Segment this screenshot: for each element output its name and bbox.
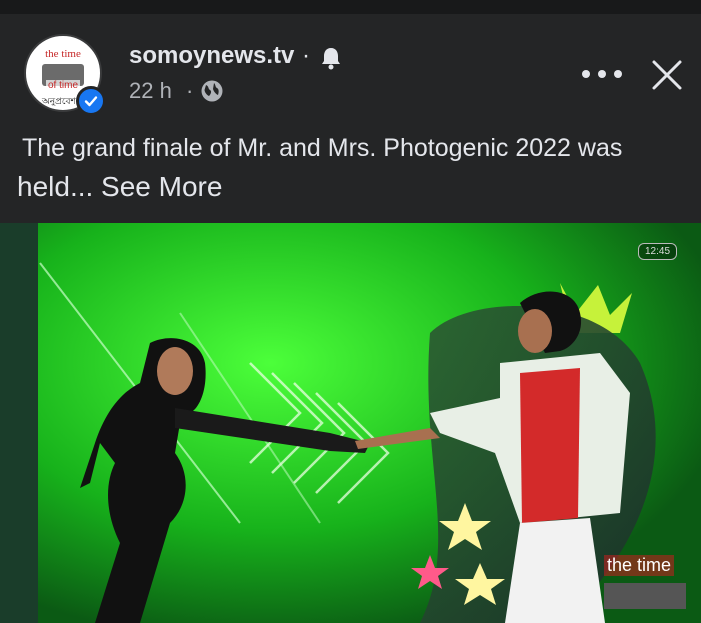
video-frame-image: [0, 223, 701, 623]
caption-line-1: The grand finale of Mr. and Mrs. Photoge…: [22, 134, 623, 162]
globe-icon[interactable]: [200, 79, 224, 108]
watermark-map-image: [604, 583, 686, 609]
close-icon[interactable]: [650, 58, 684, 97]
watermark-text: the time: [604, 555, 675, 576]
page-name-link[interactable]: somoynews.tv: [129, 42, 294, 70]
avatar-text-2: of time: [46, 80, 81, 91]
post-timestamp[interactable]: 22 h: [129, 78, 172, 104]
verified-icon: [76, 86, 106, 116]
top-bar: [0, 0, 701, 14]
post-video[interactable]: [0, 223, 701, 623]
more-dot: [614, 70, 622, 78]
bell-icon[interactable]: [320, 46, 342, 75]
channel-watermark: the time: [604, 555, 686, 613]
meta-separator: ·: [186, 78, 194, 103]
more-dot: [582, 70, 590, 78]
caption-line-2[interactable]: held... See More: [17, 168, 222, 205]
more-dot: [598, 70, 606, 78]
name-separator: ·: [302, 42, 310, 69]
video-duration-badge: 12:45: [638, 243, 678, 260]
avatar-text-3: অনুপ্রবেশ: [42, 96, 76, 106]
more-options-button[interactable]: [582, 62, 622, 86]
avatar-text-1: the time: [45, 48, 81, 60]
